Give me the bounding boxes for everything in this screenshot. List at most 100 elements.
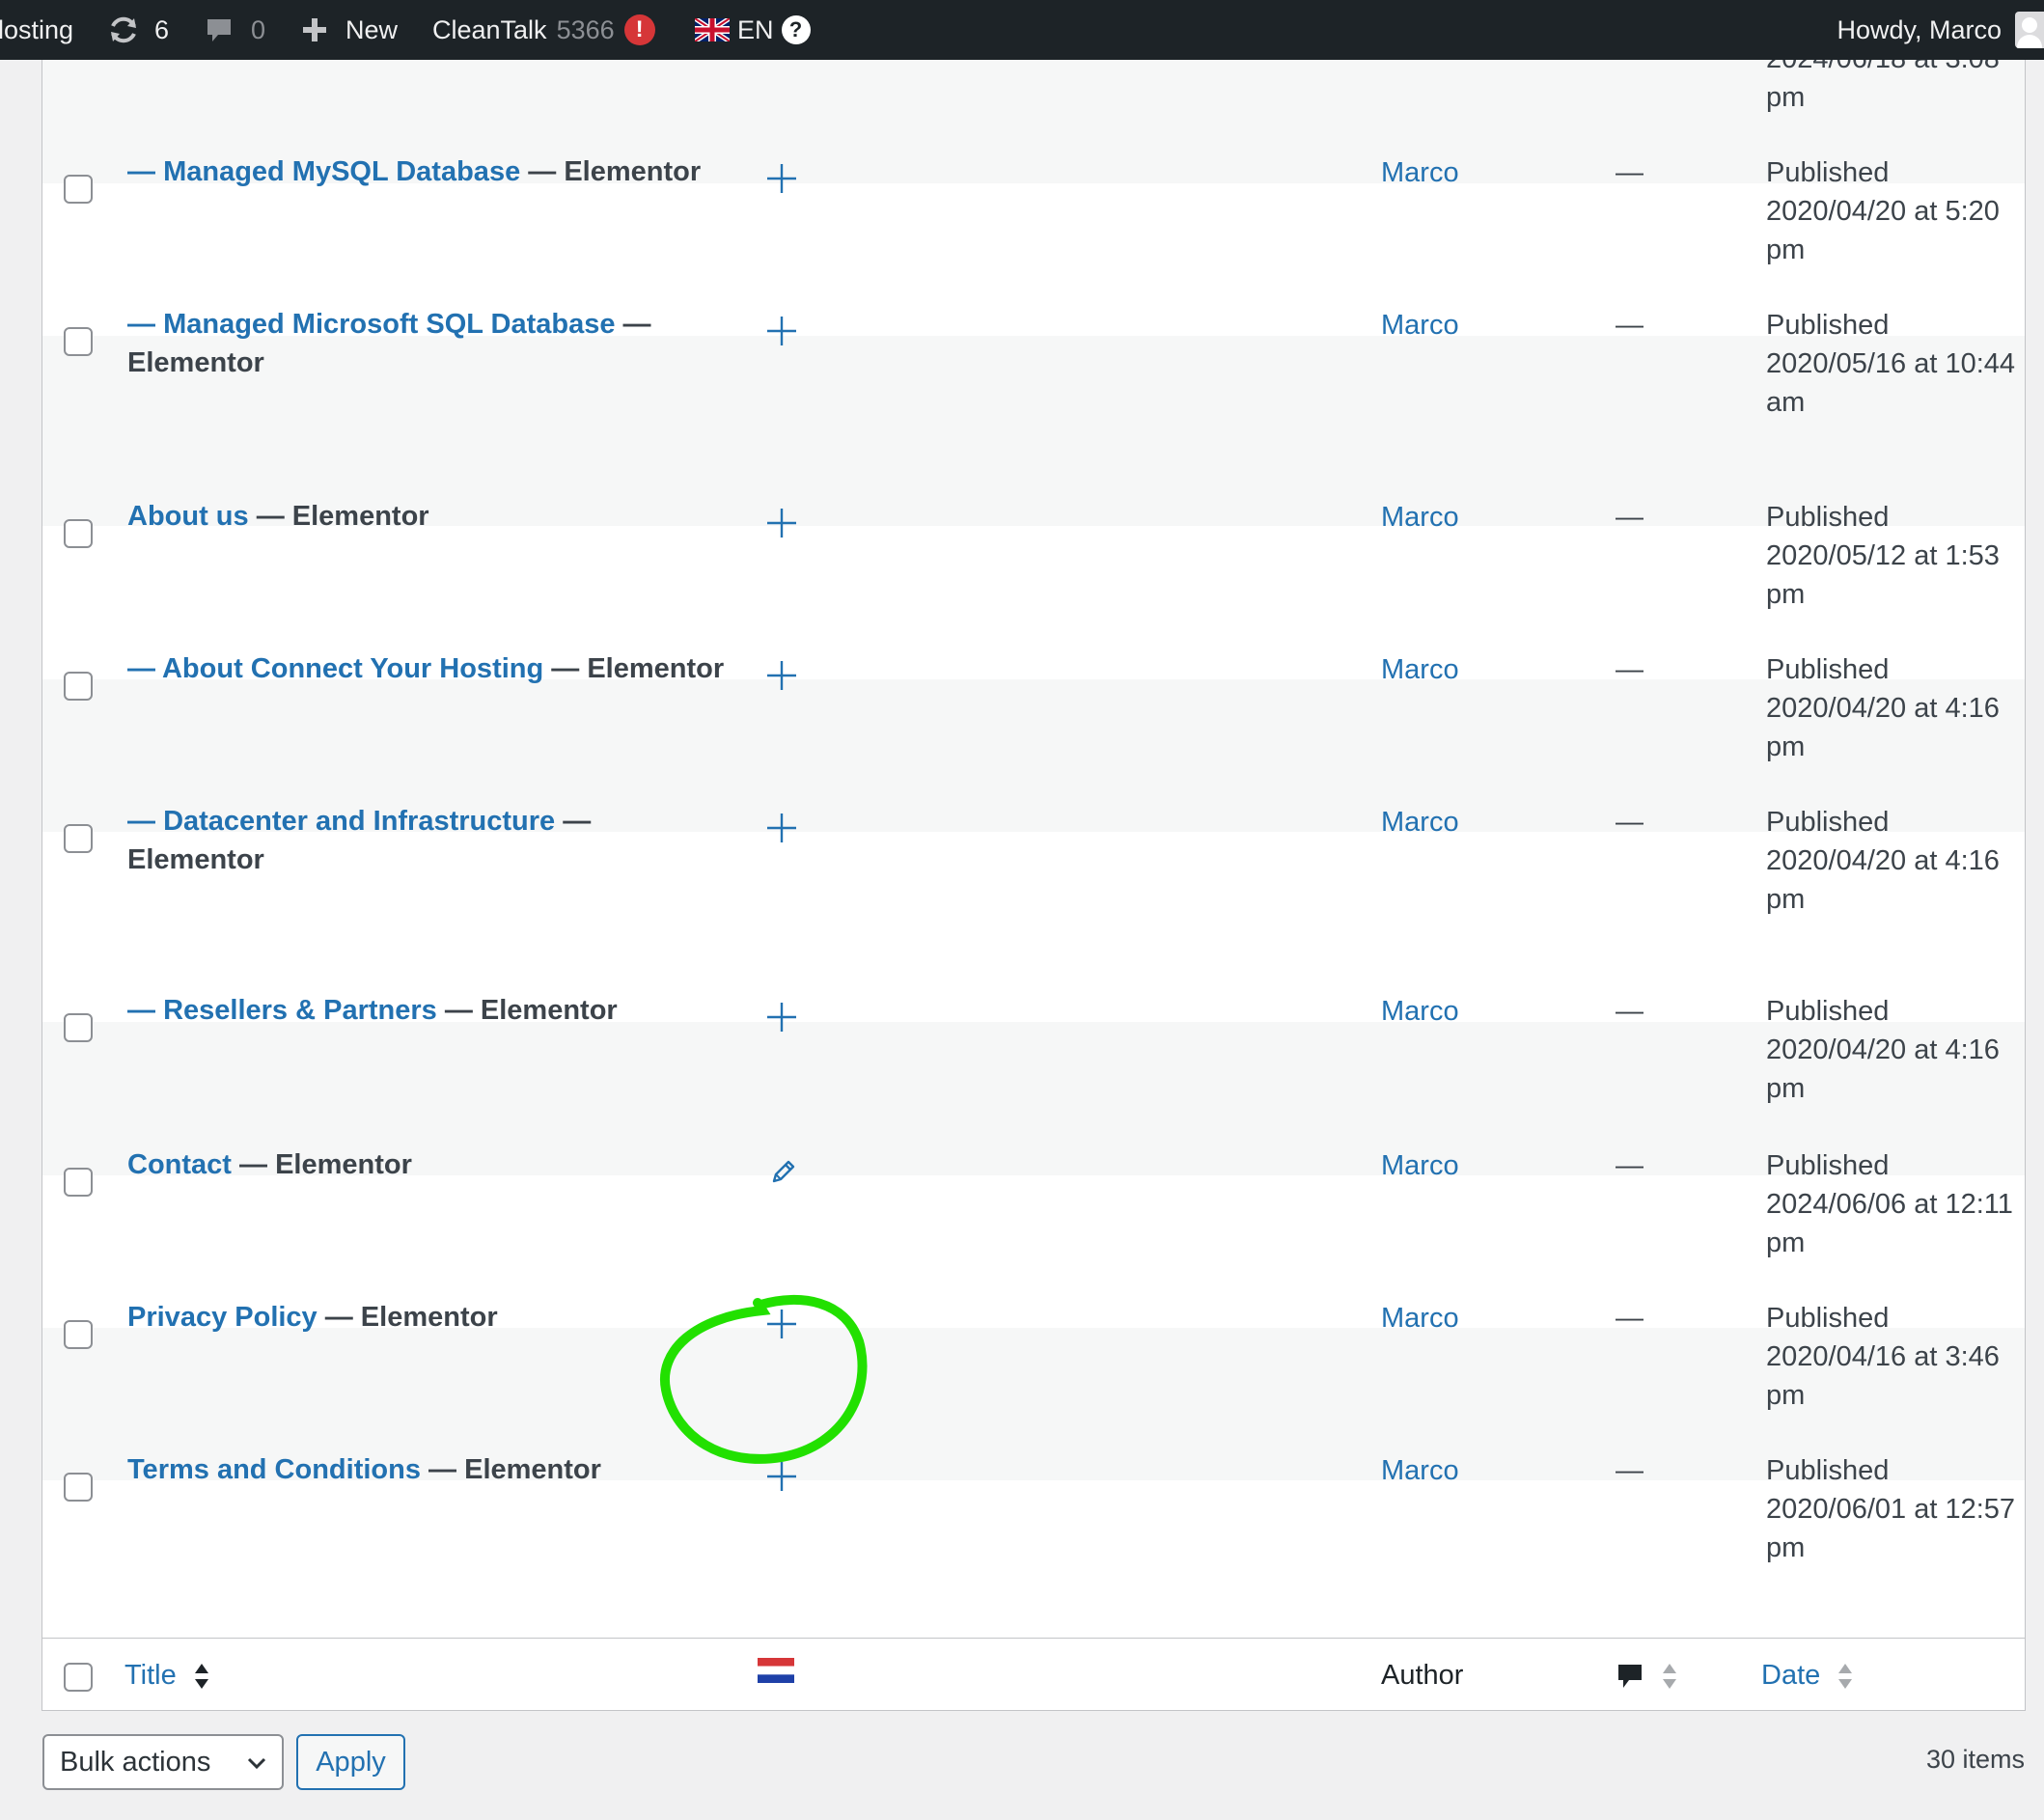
title-cell: — Resellers & Partners — Elementor (127, 991, 726, 1030)
page-title-link[interactable]: About us (127, 501, 249, 532)
date-cell: Published 2020/04/20 at 4:16 pm (1766, 803, 2019, 919)
author-link[interactable]: Marco (1381, 498, 1459, 537)
page-title-link[interactable]: Resellers & Partners (163, 995, 437, 1026)
page-title-link-wrap[interactable]: — About Connect Your Hosting (127, 653, 543, 684)
cleantalk-link[interactable]: CleanTalk 5366 ! (432, 0, 655, 60)
title-cell: Terms and Conditions — Elementor (127, 1450, 726, 1489)
title-sort-link[interactable]: Title (124, 1658, 209, 1693)
sort-icon (1838, 1664, 1853, 1690)
apply-button[interactable]: Apply (296, 1734, 405, 1790)
bulk-actions-label: Bulk actions (60, 1747, 211, 1778)
hierarchy-prefix: — (127, 653, 162, 684)
post-date: 2020/06/01 at 12:57 (1766, 1494, 2016, 1525)
row-checkbox[interactable] (64, 1013, 93, 1042)
add-translation-plus-icon[interactable] (757, 498, 807, 548)
author-link[interactable]: Marco (1381, 1451, 1459, 1490)
page-title-link[interactable]: About Connect Your Hosting (162, 653, 543, 684)
author-link[interactable]: Marco (1381, 992, 1459, 1031)
author-link[interactable]: Marco (1381, 153, 1459, 192)
my-account-link[interactable]: Howdy, Marco (1837, 0, 2002, 60)
add-translation-plus-icon[interactable] (757, 650, 807, 701)
title-cell: — Managed MySQL Database — Elementor (127, 152, 726, 191)
add-translation-plus-icon[interactable] (757, 1451, 807, 1502)
comments-link[interactable]: 0 (205, 0, 265, 60)
help-icon[interactable]: ? (781, 15, 811, 44)
add-translation-plus-icon[interactable] (757, 153, 807, 204)
row-checkbox[interactable] (64, 327, 93, 356)
avatar[interactable] (2015, 12, 2044, 48)
page-title-link-wrap[interactable]: Privacy Policy (127, 1302, 318, 1333)
page-title-link-wrap[interactable]: — Managed MySQL Database (127, 156, 520, 187)
page-title-link-wrap[interactable]: — Resellers & Partners (127, 995, 437, 1026)
page-title-link[interactable]: Managed Microsoft SQL Database (163, 309, 615, 340)
page-title-link-wrap[interactable]: About us (127, 501, 249, 532)
author-link[interactable]: Marco (1381, 1146, 1459, 1185)
author-link[interactable]: Marco (1381, 803, 1459, 841)
row-checkbox[interactable] (64, 824, 93, 853)
select-all-checkbox[interactable] (64, 1663, 93, 1692)
updates-count: 6 (154, 14, 170, 44)
post-time-ampm: pm (1766, 731, 1806, 762)
table-row: Terms and Conditions — Elementor Marco — Pu… (42, 1454, 2025, 1638)
page-title-link-wrap[interactable]: Terms and Conditions (127, 1454, 421, 1485)
row-checkbox[interactable] (64, 1473, 93, 1502)
row-checkbox[interactable] (64, 175, 93, 204)
author-link[interactable]: Marco (1381, 306, 1459, 345)
pages-list-table: — SSL Certificaten — ElementorMarco—Publ… (41, 0, 2026, 1711)
author-link[interactable]: Marco (1381, 1299, 1459, 1337)
post-state-label: — Elementor (543, 653, 725, 684)
row-checkbox[interactable] (64, 1168, 93, 1197)
post-status: Published (1766, 502, 1890, 533)
edit-translation-pencil-icon[interactable] (757, 1146, 807, 1197)
title-cell: — Datacenter and Infrastructure — Elemen… (127, 802, 726, 879)
row-checkbox[interactable] (64, 519, 93, 548)
post-date: 2020/05/16 at 10:44 (1766, 348, 2016, 379)
post-date: 2020/04/20 at 5:20 (1766, 196, 2000, 227)
comments-count: 0 (251, 14, 266, 44)
language-switcher[interactable]: EN ? (695, 0, 811, 60)
post-state-label: — Elementor (436, 995, 618, 1026)
add-translation-plus-icon[interactable] (757, 803, 807, 853)
comments-count: — (1616, 502, 1643, 533)
comments-count: — (1616, 996, 1643, 1027)
date-cell: Published 2020/04/20 at 4:16 pm (1766, 650, 2019, 766)
updates-link[interactable]: 6 (106, 0, 169, 60)
comment-bubble-icon (207, 19, 231, 41)
post-state-label: — Elementor (420, 1454, 601, 1485)
post-status: Published (1766, 807, 1890, 838)
date-cell: Published 2020/04/20 at 5:20 pm (1766, 153, 2019, 269)
post-status: Published (1766, 654, 1890, 685)
add-translation-plus-icon[interactable] (757, 1299, 807, 1349)
date-sort-link[interactable]: Date (1761, 1658, 1853, 1693)
page-title-link[interactable]: Datacenter and Infrastructure (163, 806, 555, 837)
new-label: New (345, 14, 399, 44)
post-status: Published (1766, 1303, 1890, 1334)
post-state-label: — Elementor (248, 501, 429, 532)
author-link[interactable]: Marco (1381, 650, 1459, 689)
page-title-link-wrap[interactable]: — Managed Microsoft SQL Database (127, 309, 615, 340)
post-time-ampm: pm (1766, 579, 1806, 610)
add-translation-plus-icon[interactable] (757, 992, 807, 1042)
row-checkbox[interactable] (64, 672, 93, 701)
site-name-link[interactable]: losting (0, 0, 73, 60)
post-date: 2024/06/06 at 12:11 (1766, 1189, 2013, 1220)
title-cell: Contact — Elementor (127, 1145, 726, 1184)
row-checkbox[interactable] (64, 1320, 93, 1349)
comments-sort-link[interactable] (1616, 1658, 1677, 1693)
post-state-label: — Elementor (231, 1149, 412, 1180)
page-title-link-wrap[interactable]: — Datacenter and Infrastructure (127, 806, 555, 837)
date-cell: Published 2020/04/20 at 4:16 pm (1766, 992, 2019, 1108)
new-content-link[interactable]: New (301, 0, 398, 60)
add-translation-plus-icon[interactable] (757, 306, 807, 356)
page-title-link-wrap[interactable]: Contact (127, 1149, 232, 1180)
bulk-actions-select[interactable]: Bulk actions (42, 1734, 284, 1790)
page-title-link[interactable]: Contact (127, 1149, 232, 1180)
dutch-flag-icon (758, 1658, 794, 1691)
post-status: Published (1766, 1150, 1890, 1181)
chevron-down-icon (247, 1757, 266, 1770)
page-title-link[interactable]: Managed MySQL Database (163, 156, 520, 187)
post-date: 2020/04/20 at 4:16 (1766, 845, 2000, 876)
post-date: 2020/04/20 at 4:16 (1766, 693, 2000, 724)
page-title-link[interactable]: Privacy Policy (127, 1302, 318, 1333)
page-title-link[interactable]: Terms and Conditions (127, 1454, 421, 1485)
